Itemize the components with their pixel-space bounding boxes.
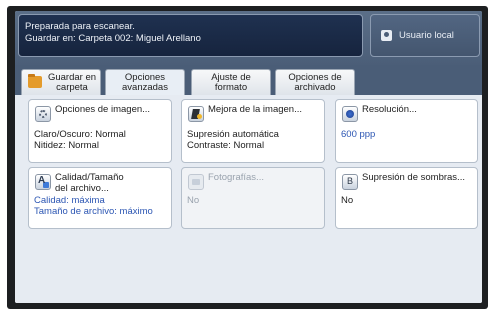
resolution-icon [342, 106, 358, 122]
resolution-button[interactable]: Resolución... 600 ppp [335, 99, 478, 163]
photographs-value: No [187, 195, 200, 206]
shadow-suppression-button[interactable]: Supresión de sombras... No [335, 167, 478, 229]
folder-icon [28, 74, 42, 88]
card-value: Nitidez: Normal [34, 140, 99, 151]
card-title-line-2: del archivo... [55, 183, 109, 194]
quality-size-icon [35, 174, 51, 190]
image-options-button[interactable]: Opciones de imagen... Claro/Oscuro: Norm… [28, 99, 172, 163]
resolution-value: 600 ppp [341, 129, 376, 140]
shadow-suppression-value: No [341, 195, 354, 206]
photographs-button: Fotografías... No [181, 167, 325, 229]
card-value: Supresión automática [187, 129, 279, 140]
card-title: Mejora de la imagen... [208, 104, 302, 115]
tab-label-line-2: formato [214, 82, 248, 93]
card-title-line-1: Calidad/Tamaño [55, 172, 124, 183]
tab-bar: Guardar en carpeta Opciones avanzadas Aj… [15, 65, 482, 96]
quality-value: Calidad: máxima [34, 195, 105, 206]
card-value: Contraste: Normal [187, 140, 265, 151]
status-line-2: Guardar en: Carpeta 002: Miguel Arellano [25, 33, 201, 44]
card-title: Resolución... [362, 104, 417, 115]
card-title: Fotografías... [208, 172, 264, 183]
status-bar: Preparada para escanear. Guardar en: Car… [15, 11, 482, 65]
shadow-suppression-icon [342, 174, 358, 190]
tab-label-line-2: carpeta [56, 82, 88, 93]
touch-screen: Preparada para escanear. Guardar en: Car… [15, 11, 482, 303]
local-user-button[interactable]: Usuario local [370, 14, 480, 57]
tab-label-line-2: avanzadas [122, 82, 168, 93]
card-title: Supresión de sombras... [362, 172, 465, 183]
local-user-label: Usuario local [399, 30, 454, 41]
tab-advanced-options[interactable]: Opciones avanzadas [105, 69, 185, 96]
status-line-1: Preparada para escanear. [25, 21, 135, 32]
quality-file-size-button[interactable]: Calidad/Tamaño del archivo... Calidad: m… [28, 167, 172, 229]
file-size-value: Tamaño de archivo: máximo [34, 206, 153, 217]
photo-icon [188, 174, 204, 190]
status-message: Preparada para escanear. Guardar en: Car… [18, 14, 363, 57]
tab-filing-options[interactable]: Opciones de archivado [275, 69, 355, 95]
image-enhancement-button[interactable]: Mejora de la imagen... Supresión automát… [181, 99, 325, 163]
user-icon [381, 30, 392, 41]
tab-layout-adjustment[interactable]: Ajuste de formato [191, 69, 271, 95]
card-title: Opciones de imagen... [55, 104, 151, 115]
image-options-icon [35, 106, 51, 122]
options-panel: Opciones de imagen... Claro/Oscuro: Norm… [15, 95, 482, 303]
tab-label-line-2: archivado [294, 82, 336, 93]
image-enhancement-icon [188, 106, 204, 122]
tab-save-to-folder[interactable]: Guardar en carpeta [21, 69, 101, 95]
card-value: Claro/Oscuro: Normal [34, 129, 126, 140]
